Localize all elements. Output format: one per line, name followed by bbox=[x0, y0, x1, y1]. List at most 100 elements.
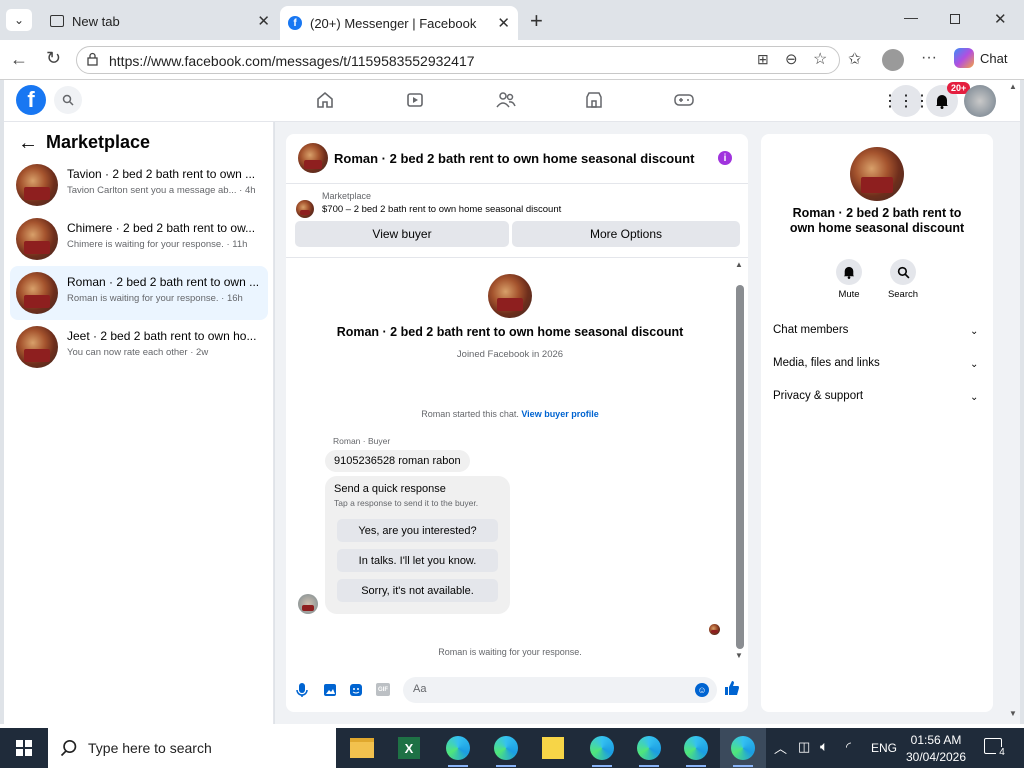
listing-text[interactable]: $700 – 2 bed 2 bath rent to own home sea… bbox=[322, 204, 561, 215]
conversation-name: Chimere · 2 bed 2 bath rent to ow... bbox=[67, 221, 256, 235]
excel-icon[interactable]: X bbox=[398, 737, 420, 759]
profile-avatar[interactable] bbox=[488, 274, 532, 318]
mute-bell-icon[interactable] bbox=[836, 259, 862, 285]
app-available-icon[interactable]: ⊞ bbox=[757, 51, 769, 68]
conversation-item-chimere[interactable]: Chimere · 2 bed 2 bath rent to ow... Chi… bbox=[10, 212, 268, 266]
messages-scrollbar[interactable] bbox=[736, 285, 744, 649]
refresh-icon[interactable]: ↻ bbox=[46, 48, 61, 69]
facebook-logo-icon[interactable]: f bbox=[16, 85, 46, 115]
restore-icon[interactable] bbox=[950, 14, 960, 24]
chevron-down-icon[interactable]: ⌄ bbox=[970, 392, 978, 403]
home-icon[interactable] bbox=[316, 91, 334, 114]
close-tab-icon[interactable]: ✕ bbox=[257, 12, 270, 30]
tab-messenger[interactable]: f (20+) Messenger | Facebook ✕ bbox=[280, 6, 518, 40]
image-icon[interactable] bbox=[323, 683, 337, 702]
waiting-status: Roman is waiting for your response. bbox=[438, 647, 582, 657]
clock-date[interactable]: 30/04/2026 bbox=[904, 750, 968, 764]
friends-icon[interactable] bbox=[496, 91, 516, 114]
video-icon[interactable] bbox=[406, 91, 424, 114]
conversation-item-jeet[interactable]: Jeet · 2 bed 2 bath rent to own ho... Yo… bbox=[10, 320, 268, 374]
conversation-name: Jeet · 2 bed 2 bath rent to own ho... bbox=[67, 329, 257, 343]
favorites-icon[interactable]: ✩ bbox=[848, 49, 861, 69]
new-tab-plus-icon[interactable]: + bbox=[530, 8, 543, 34]
copilot-chat-button[interactable]: Chat bbox=[954, 48, 1007, 68]
mute-label: Mute bbox=[838, 289, 860, 300]
chevron-down-icon[interactable]: ⌄ bbox=[970, 326, 978, 337]
message-input[interactable]: Aa ☺ bbox=[403, 677, 717, 703]
taskbar-search-icon bbox=[60, 739, 78, 762]
language-indicator[interactable]: ENG bbox=[871, 741, 897, 755]
windows-start-icon[interactable] bbox=[16, 740, 32, 761]
page-scroll-down-icon[interactable]: ▼ bbox=[1009, 709, 1017, 718]
edge-icon[interactable] bbox=[446, 736, 470, 760]
details-title: Roman · 2 bed 2 bath rent to own home se… bbox=[789, 206, 965, 235]
zoom-icon[interactable]: ⊖ bbox=[785, 50, 798, 68]
edge-running-indicator bbox=[496, 765, 516, 767]
details-avatar[interactable] bbox=[850, 147, 904, 201]
edge-running-indicator bbox=[686, 765, 706, 767]
volume-icon[interactable]: 🔈︎ bbox=[820, 738, 828, 755]
clock-time[interactable]: 01:56 AM bbox=[904, 733, 968, 747]
tab-list-chevron-icon[interactable]: ⌄ bbox=[6, 9, 32, 31]
section-privacy-support[interactable]: Privacy & support bbox=[773, 390, 863, 402]
more-options-button[interactable]: More Options bbox=[512, 221, 740, 247]
edge-icon[interactable] bbox=[494, 736, 518, 760]
file-explorer-icon[interactable] bbox=[350, 738, 374, 758]
section-media-files-links[interactable]: Media, files and links bbox=[773, 357, 880, 369]
back-arrow-icon[interactable]: ← bbox=[18, 132, 38, 155]
emoji-icon[interactable]: ☺ bbox=[695, 683, 709, 697]
sticker-icon[interactable] bbox=[349, 683, 363, 702]
sticky-notes-icon[interactable] bbox=[542, 737, 564, 759]
marketplace-icon[interactable] bbox=[585, 91, 603, 114]
view-buyer-profile-link[interactable]: View buyer profile bbox=[521, 409, 598, 419]
search-icon[interactable] bbox=[54, 86, 82, 114]
address-bar[interactable]: https://www.facebook.com/messages/t/1159… bbox=[76, 46, 840, 74]
chat-header-title[interactable]: Roman · 2 bed 2 bath rent to own home se… bbox=[334, 151, 694, 166]
quick-response-title: Send a quick response bbox=[334, 483, 446, 495]
quick-reply-not-available[interactable]: Sorry, it's not available. bbox=[337, 579, 498, 602]
minimize-icon[interactable]: — bbox=[904, 9, 918, 25]
edge-running-indicator bbox=[592, 765, 612, 767]
profile-avatar-icon[interactable] bbox=[882, 49, 904, 71]
more-menu-icon[interactable]: ··· bbox=[921, 49, 937, 67]
chat-header-avatar[interactable] bbox=[298, 143, 328, 173]
quick-reply-yes[interactable]: Yes, are you interested? bbox=[337, 519, 498, 542]
meet-now-icon[interactable]: ◫ bbox=[798, 739, 810, 755]
scroll-down-icon[interactable]: ▼ bbox=[735, 651, 743, 660]
tab-label: New tab bbox=[72, 13, 120, 29]
close-tab-icon[interactable]: ✕ bbox=[497, 14, 510, 32]
thumbs-up-icon[interactable] bbox=[724, 680, 740, 701]
back-icon[interactable]: ← bbox=[10, 49, 28, 70]
page-scroll-up-icon[interactable]: ▲ bbox=[1009, 82, 1017, 91]
menu-grid-icon[interactable]: ⋮⋮⋮ bbox=[882, 85, 930, 117]
edge-icon[interactable] bbox=[637, 736, 661, 760]
details-search-icon[interactable] bbox=[890, 259, 916, 285]
view-buyer-button[interactable]: View buyer bbox=[295, 221, 509, 247]
chevron-down-icon[interactable]: ⌄ bbox=[970, 359, 978, 370]
conversation-item-tavion[interactable]: Tavion · 2 bed 2 bath rent to own ... Ta… bbox=[10, 158, 268, 212]
gif-icon[interactable]: GIF bbox=[376, 683, 390, 696]
site-info-lock-icon[interactable] bbox=[87, 52, 98, 66]
sender-avatar[interactable] bbox=[298, 594, 318, 614]
network-wifi-icon[interactable]: ◜ bbox=[846, 739, 851, 755]
microphone-icon[interactable] bbox=[296, 682, 308, 703]
account-avatar[interactable] bbox=[964, 85, 996, 117]
edge-running-indicator bbox=[733, 765, 753, 767]
quick-reply-in-talks[interactable]: In talks. I'll let you know. bbox=[337, 549, 498, 572]
message-input-placeholder: Aa bbox=[413, 683, 427, 695]
taskbar-search-box[interactable]: Type here to search bbox=[48, 728, 336, 768]
search-label: Search bbox=[887, 289, 919, 300]
edge-icon[interactable] bbox=[590, 736, 614, 760]
show-hidden-icons-chevron-icon[interactable]: ︿ bbox=[774, 738, 787, 757]
info-icon[interactable]: i bbox=[718, 151, 732, 165]
tab-new-tab[interactable]: New tab ✕ bbox=[40, 6, 278, 36]
section-chat-members[interactable]: Chat members bbox=[773, 324, 848, 336]
message-bubble[interactable]: 9105236528 roman rabon bbox=[325, 450, 470, 472]
favorite-star-icon[interactable]: ☆ bbox=[813, 49, 827, 69]
edge-icon[interactable] bbox=[684, 736, 708, 760]
conversation-item-roman[interactable]: Roman · 2 bed 2 bath rent to own ... Rom… bbox=[10, 266, 268, 320]
edge-icon[interactable] bbox=[731, 736, 755, 760]
close-window-icon[interactable]: ✕ bbox=[994, 10, 1007, 28]
gaming-icon[interactable] bbox=[674, 92, 694, 113]
scroll-up-icon[interactable]: ▲ bbox=[735, 260, 743, 269]
